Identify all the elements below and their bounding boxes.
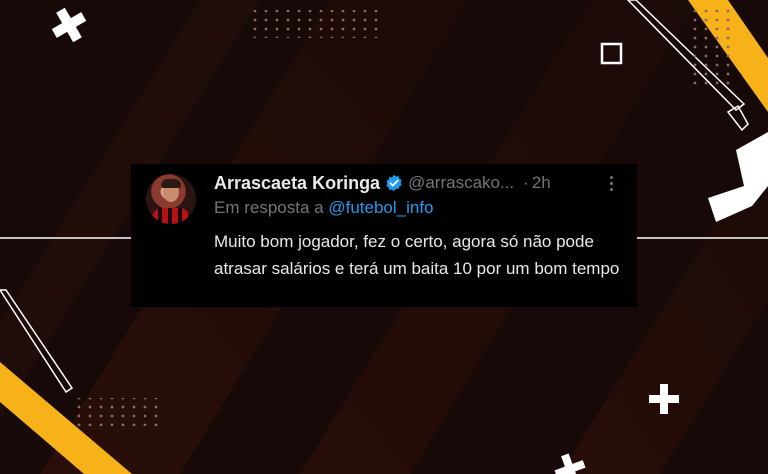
- separator-dot: ·: [523, 173, 529, 192]
- user-handle[interactable]: @arrascako...: [408, 173, 514, 193]
- display-name[interactable]: Arrascaeta Koringa: [214, 173, 380, 194]
- tweet-card[interactable]: Arrascaeta Koringa @arrascako... · 2h Em…: [131, 164, 637, 307]
- timestamp[interactable]: 2h: [532, 173, 551, 193]
- more-options-icon[interactable]: [601, 173, 621, 193]
- reply-mention-link[interactable]: @futebol_info: [328, 198, 433, 217]
- verified-badge-icon: [386, 174, 402, 192]
- tweet-text: Muito bom jogador, fez o certo, agora só…: [214, 232, 620, 278]
- reply-prefix: Em resposta a: [214, 198, 324, 217]
- reply-context: Em resposta a @futebol_info: [214, 198, 434, 218]
- tweet-header: Arrascaeta Koringa @arrascako... · 2h: [214, 172, 621, 194]
- plus-icon: [51, 7, 87, 43]
- avatar[interactable]: [146, 174, 196, 224]
